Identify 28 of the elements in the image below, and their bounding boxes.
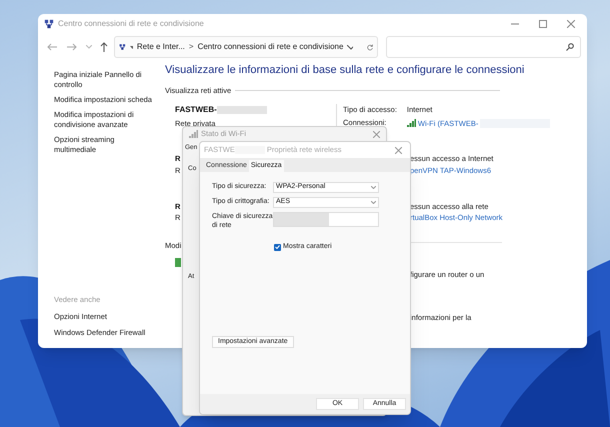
checkbox[interactable] xyxy=(274,244,281,251)
chevron-down-icon xyxy=(371,201,376,204)
password-field[interactable] xyxy=(273,212,379,227)
caret-icon[interactable] xyxy=(86,45,92,49)
chevron-down-icon[interactable] xyxy=(347,44,353,50)
redacted-block xyxy=(216,106,267,114)
back-arrow-icon[interactable] xyxy=(47,43,57,51)
close-icon[interactable] xyxy=(567,20,575,28)
forward-arrow-icon[interactable] xyxy=(66,43,77,51)
close-icon[interactable] xyxy=(373,130,380,138)
breadcrumb-separator: > xyxy=(188,41,194,53)
address-bar[interactable]: Rete e Inter... > Centro connessioni di rete e condivisione xyxy=(114,36,378,58)
chevron-down-icon xyxy=(371,186,376,189)
signal-icon xyxy=(189,130,198,138)
window-title: Centro connessioni di rete e condivisione xyxy=(58,18,204,30)
maximize-icon[interactable] xyxy=(539,20,547,28)
breadcrumb[interactable]: Centro connessioni di rete e condivisione xyxy=(198,41,344,53)
close-icon[interactable] xyxy=(395,146,402,154)
breadcrumb[interactable]: Rete e Inter... xyxy=(136,41,185,53)
redacted-block xyxy=(274,213,329,226)
page-heading: Visualizzare le informazioni di base sulla rete e configurare le connessioni xyxy=(165,63,526,78)
search-field[interactable] xyxy=(386,36,581,58)
search-icon xyxy=(566,43,574,51)
network-name: FASTWEB- xyxy=(175,104,217,116)
caret-icon xyxy=(130,46,133,48)
signal-icon xyxy=(406,119,416,128)
up-arrow-icon[interactable] xyxy=(100,42,108,52)
refresh-icon[interactable] xyxy=(366,42,373,52)
